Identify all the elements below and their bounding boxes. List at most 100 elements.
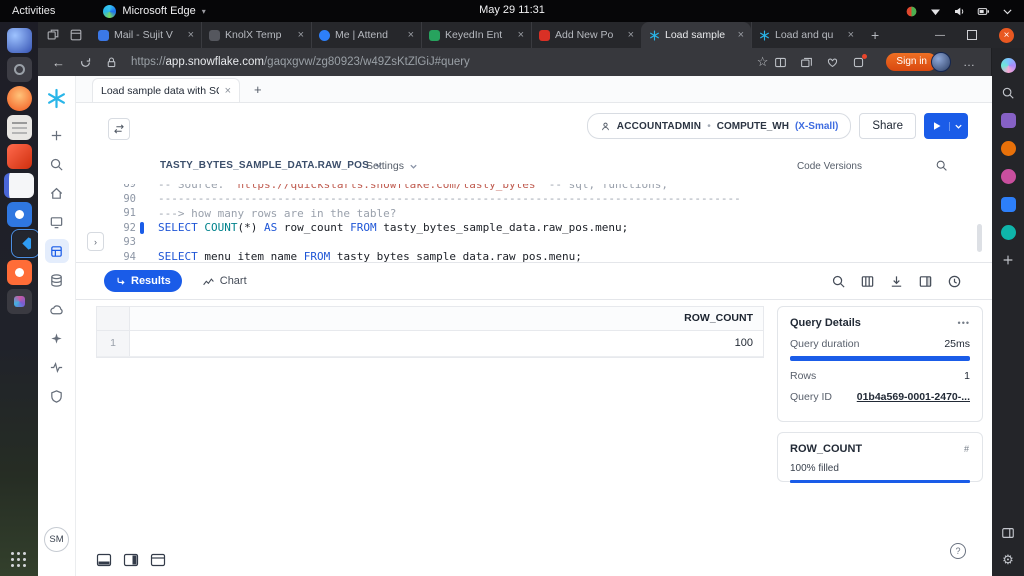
tab-layout-icon[interactable] [69,28,83,42]
sidebar-item-activity[interactable] [45,355,69,379]
tab-close-icon[interactable]: × [298,29,304,41]
snowflake-logo-icon[interactable] [46,88,67,109]
editor-line-92[interactable]: 92SELECT COUNT(*) AS row_count FROM tast… [76,221,992,236]
browser-tab[interactable]: Load sample× [641,22,751,48]
chevron-down-icon[interactable] [1001,5,1014,18]
sign-in-button[interactable]: Sign in [886,53,937,71]
run-button[interactable] [924,113,968,139]
sidebar-item-plus[interactable] [45,123,69,147]
split-screen-icon[interactable] [774,56,787,69]
tab-close-icon[interactable]: × [738,29,744,41]
tab-close-icon[interactable]: × [188,29,194,41]
search-icon[interactable] [1001,86,1015,100]
sql-editor[interactable]: 89-- Source: 'https://quickstarts.snowfl… [76,184,992,262]
settings-gear-icon[interactable]: ⚙ [1002,552,1014,568]
browser-tab[interactable]: Load and qu× [751,22,861,48]
code-versions-link[interactable]: Code Versions [797,161,862,172]
panel-right-icon[interactable] [123,553,139,567]
back-icon[interactable]: ← [52,55,65,70]
sidebar-item-worksheets[interactable] [45,239,69,263]
sidebar-item-home[interactable] [45,181,69,205]
sections-toggle-button[interactable] [108,118,130,140]
context-pill[interactable]: ACCOUNTADMIN • COMPUTE_WH (X-Small) [587,113,852,139]
editor-line-93[interactable]: 93 [76,235,992,250]
mail-app-icon[interactable] [7,28,32,53]
screenshot-app-icon[interactable] [7,289,32,314]
m365-icon[interactable] [1001,141,1016,156]
browser-tab[interactable]: Me | Attend× [311,22,421,48]
input-icon[interactable] [905,5,918,18]
sidebar-item-ai[interactable] [45,326,69,350]
download-icon[interactable] [889,274,904,289]
tab-close-icon[interactable]: × [628,29,634,41]
favorites-icon[interactable]: ☆ [757,54,769,70]
refresh-icon[interactable] [79,56,92,69]
database-context-selector[interactable]: TASTY_BYTES_SAMPLE_DATA.RAW_POS [160,160,383,171]
settings-dropdown[interactable]: Settings [366,160,418,172]
expand-panel-chevron[interactable]: › [87,232,104,251]
volume-icon[interactable] [953,5,966,18]
network-icon[interactable] [929,5,942,18]
results-tab[interactable]: Results [104,270,182,292]
new-worksheet-tab-button[interactable]: + [254,82,262,97]
worksheet-tab-close-icon[interactable]: × [225,85,231,97]
history-icon[interactable] [947,274,962,289]
chart-tab[interactable]: Chart [202,275,247,288]
more-options-icon[interactable]: ••• [958,318,970,328]
clock[interactable]: May 29 11:31 [479,4,545,16]
browser-tab[interactable]: KeyedIn Ent× [421,22,531,48]
sidebar-item-search[interactable] [45,152,69,176]
workspaces-icon[interactable] [46,28,60,42]
tab-close-icon[interactable]: × [518,29,524,41]
shopping-icon[interactable] [1001,113,1016,128]
app-menu[interactable]: Microsoft Edge ▾ [103,5,205,18]
editor-app-icon[interactable] [7,115,32,140]
plus-icon[interactable] [1001,253,1015,267]
columns-icon[interactable] [860,274,875,289]
outlook-icon[interactable] [1001,197,1016,212]
meet-app-icon[interactable] [7,202,32,227]
query-id-link[interactable]: 01b4a569-0001-2470-... [857,391,970,403]
extensions-icon[interactable] [852,56,865,69]
activities-button[interactable]: Activities [12,5,55,17]
worksheet-tab[interactable]: Load sample data with SQ... × [92,78,240,102]
sidebar-item-admin[interactable] [45,384,69,408]
sidebar-item-marketplace[interactable] [45,297,69,321]
copilot-icon[interactable] [1001,58,1016,73]
browser-profile-avatar[interactable] [931,52,951,72]
browser-tab[interactable]: Mail - Sujit V× [91,22,201,48]
vscode-app-icon[interactable] [13,231,38,256]
editor-scrollbar[interactable] [977,224,982,252]
split-view-icon[interactable] [918,274,933,289]
games-icon[interactable] [1001,169,1016,184]
site-permissions-icon[interactable] [105,56,118,69]
browser-tab[interactable]: KnolX Temp× [201,22,311,48]
tab-close-icon[interactable]: × [408,29,414,41]
show-applications-icon[interactable] [11,552,27,568]
editor-line-91[interactable]: 91---> how many rows are in the table? [76,206,992,221]
media-app-icon[interactable] [7,144,32,169]
table-row[interactable]: 1 100 [97,331,763,357]
sidebar-item-dashboards[interactable] [45,210,69,234]
maximize-button[interactable] [967,30,977,40]
tab-close-icon[interactable]: × [848,29,854,41]
collections-icon[interactable] [800,56,813,69]
help-button[interactable]: ? [950,543,966,559]
browser-tab[interactable]: Add New Po× [531,22,641,48]
drop-icon[interactable] [1001,225,1016,240]
panel-full-icon[interactable] [150,553,166,567]
editor-line-90[interactable]: 90--------------------------------------… [76,192,992,207]
notes-app-icon[interactable] [4,173,34,198]
share-button[interactable]: Share [859,113,916,139]
panel-bottom-icon[interactable] [96,553,112,567]
minimize-button[interactable]: — [935,30,945,41]
close-button[interactable]: × [999,28,1014,43]
column-header-row-count[interactable]: ROW_COUNT [130,307,763,330]
editor-line-94[interactable]: 94SELECT menu_item_name FROM tasty_bytes… [76,250,992,263]
new-tab-button[interactable]: + [871,27,879,43]
editor-line-89[interactable]: 89-- Source: 'https://quickstarts.snowfl… [76,184,992,192]
postman-app-icon[interactable] [7,260,32,285]
run-options-chevron-icon[interactable] [949,122,963,131]
editor-search-icon[interactable] [935,159,948,172]
url-field[interactable]: https://app.snowflake.com/gaqxgvw/zg8092… [131,56,470,68]
